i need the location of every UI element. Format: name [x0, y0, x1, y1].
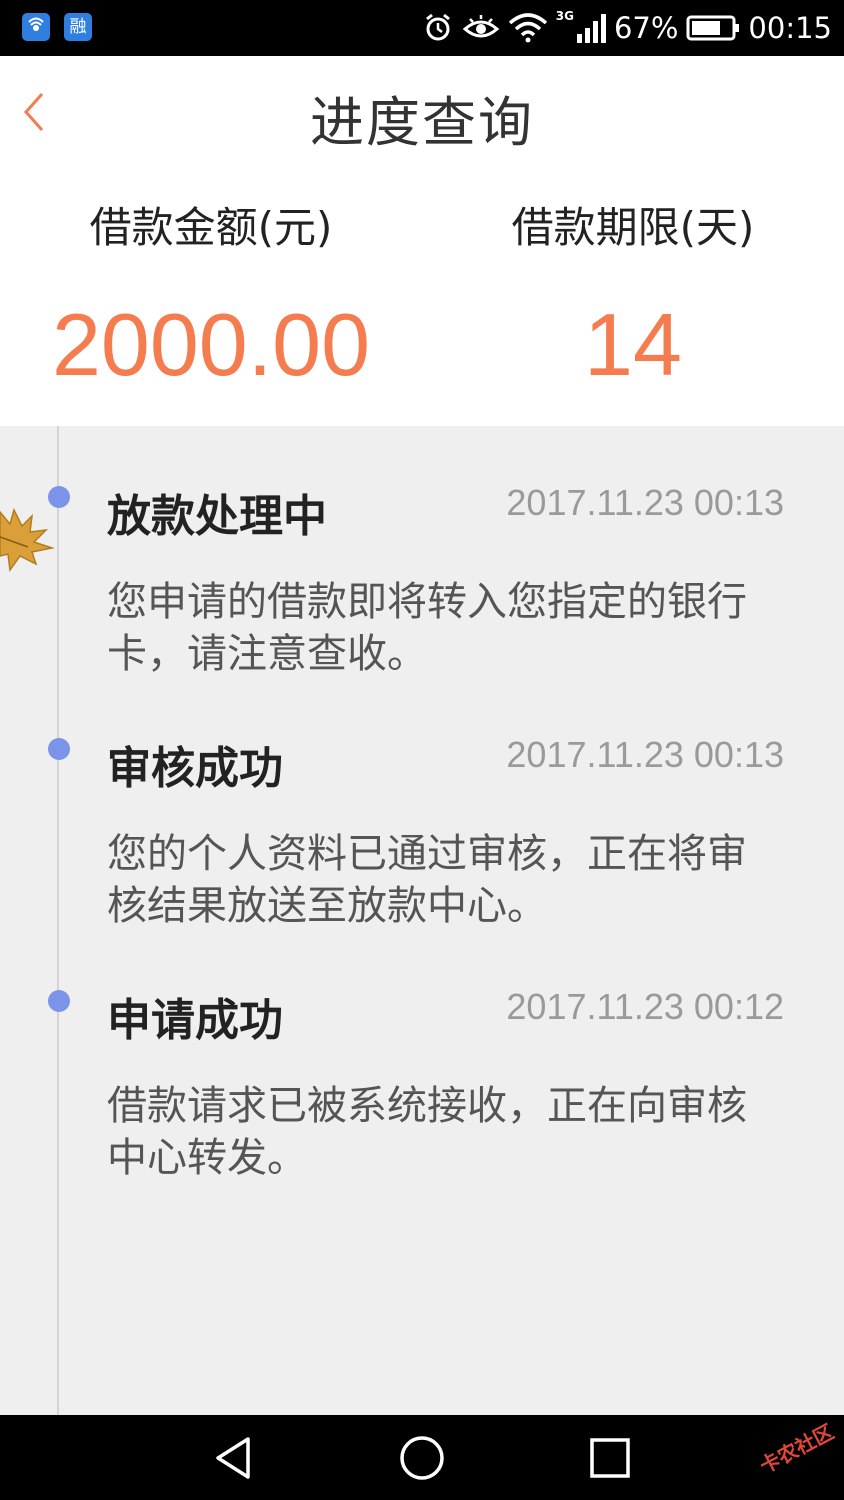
- maple-leaf-icon: [0, 492, 56, 580]
- timeline-dot: [48, 486, 70, 508]
- status-indicators: 3G 67% 00:15: [422, 0, 832, 56]
- amount-label: 借款金额(元): [89, 203, 333, 252]
- timeline-item-time: 2017.11.23 00:12: [506, 986, 784, 1027]
- system-nav-bar: 卡农社区: [0, 1415, 844, 1500]
- amount-value: 2000.00: [51, 295, 371, 394]
- timeline-dot: [48, 990, 70, 1012]
- network-type-label: 3G: [555, 9, 574, 23]
- term-value: 14: [584, 295, 682, 394]
- timeline-item-title: 审核成功: [107, 743, 283, 794]
- timeline-item-time: 2017.11.23 00:13: [506, 734, 784, 775]
- rong-app-icon: 融: [64, 13, 92, 41]
- battery-icon: [686, 14, 740, 42]
- status-bar: 融 3G 67% 00:15: [0, 0, 844, 56]
- timeline-item-description: 您的个人资料已通过审核，正在将审核结果放送至放款中心。: [107, 831, 747, 929]
- page-title: 进度查询: [310, 91, 534, 154]
- clock: 00:15: [748, 11, 832, 45]
- alarm-icon: [422, 12, 454, 44]
- wifi-app-icon: [22, 13, 50, 41]
- battery-percent: 67%: [613, 11, 679, 45]
- timeline-item-time: 2017.11.23 00:13: [506, 482, 784, 523]
- timeline-item-description: 您申请的借款即将转入您指定的银行卡，请注意查收。: [107, 579, 747, 677]
- watermark: 卡农社区: [755, 1419, 838, 1479]
- term-label: 借款期限(天): [511, 203, 755, 252]
- square-recents-icon: [590, 1438, 630, 1478]
- nav-recents-button[interactable]: [582, 1433, 638, 1483]
- eye-comfort-icon: [462, 13, 500, 43]
- timeline-dot: [48, 738, 70, 760]
- timeline-line: [57, 426, 59, 1415]
- nav-home-button[interactable]: [394, 1433, 450, 1483]
- wifi-icon: [508, 13, 548, 43]
- signal-icon: [576, 12, 606, 44]
- timeline-item-description: 借款请求已被系统接收，正在向审核中心转发。: [107, 1083, 747, 1181]
- timeline-item-title: 申请成功: [107, 995, 283, 1046]
- triangle-back-icon: [216, 1437, 250, 1479]
- nav-back-button[interactable]: [206, 1433, 262, 1483]
- timeline-item-title: 放款处理中: [107, 491, 327, 542]
- circle-home-icon: [400, 1436, 444, 1480]
- summary-header: 进度查询 借款金额(元) 借款期限(天) 2000.00 14: [0, 56, 844, 426]
- progress-timeline: 放款处理中 2017.11.23 00:13 您申请的借款即将转入您指定的银行卡…: [0, 426, 844, 1415]
